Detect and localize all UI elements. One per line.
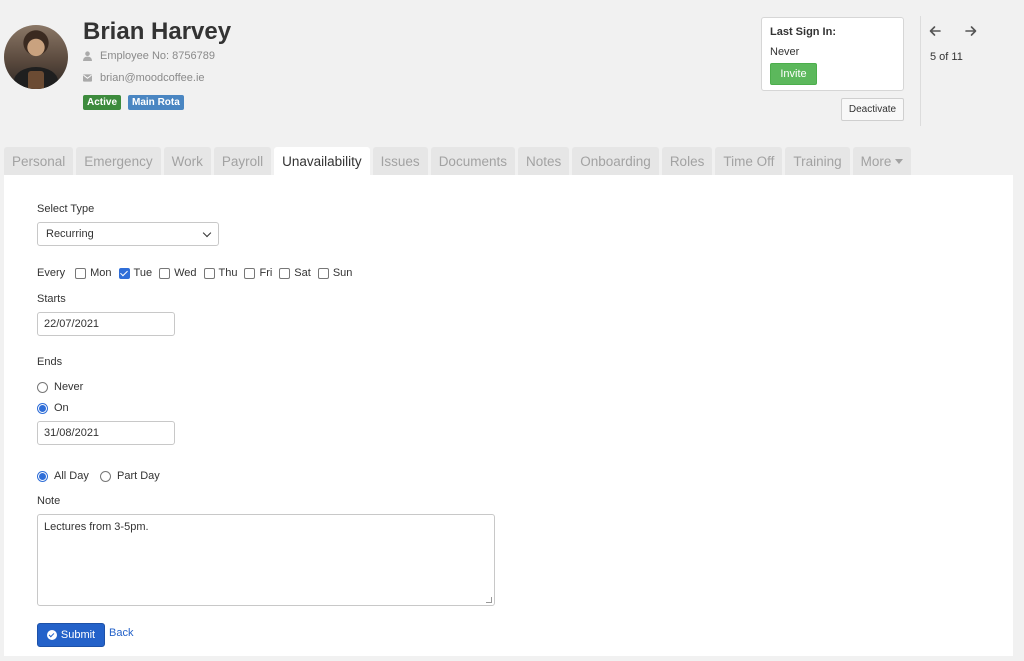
day-fri[interactable]: Fri	[244, 267, 272, 279]
pager-count: 5 of 11	[930, 51, 963, 63]
tab-unavailability[interactable]: Unavailability	[274, 147, 370, 176]
tab-onboarding[interactable]: Onboarding	[572, 147, 659, 175]
submit-label: Submit	[60, 629, 96, 641]
day-wed-checkbox[interactable]	[159, 267, 171, 279]
tab-notes[interactable]: Notes	[517, 147, 570, 175]
select-type-label: Select Type	[37, 203, 95, 215]
day-tue-label: Tue	[133, 267, 153, 279]
tab-more[interactable]: More	[852, 147, 912, 175]
type-select-value: Recurring	[46, 228, 94, 240]
ends-on-option[interactable]: On	[37, 402, 69, 414]
day-fri-checkbox[interactable]	[244, 267, 256, 279]
last-sign-in-title: Last Sign In:	[770, 26, 836, 38]
tab-roles[interactable]: Roles	[661, 147, 713, 175]
day-sun-label: Sun	[332, 267, 353, 279]
caret-down-icon	[895, 158, 904, 164]
day-sat-checkbox[interactable]	[279, 267, 291, 279]
tab-work[interactable]: Work	[163, 147, 211, 175]
employee-name: Brian Harvey	[83, 18, 232, 45]
starts-label: Starts	[37, 293, 66, 305]
avatar	[4, 25, 68, 89]
rota-badge[interactable]: Main Rota	[128, 95, 184, 110]
day-wed[interactable]: Wed	[159, 267, 197, 279]
ends-never-option[interactable]: Never	[37, 381, 83, 393]
tab-more-label: More	[860, 153, 892, 169]
ends-on-label: On	[54, 402, 69, 414]
header-divider	[920, 16, 921, 126]
tab-emergency[interactable]: Emergency	[76, 147, 161, 175]
day-sat-label: Sat	[294, 267, 311, 279]
invite-button[interactable]: Invite	[770, 63, 817, 85]
starts-date-input[interactable]: 22/07/2021	[37, 312, 175, 336]
arrow-right-icon[interactable]	[965, 24, 977, 41]
day-sat[interactable]: Sat	[279, 267, 311, 279]
day-sun-checkbox[interactable]	[317, 267, 329, 279]
note-textarea[interactable]: Lectures from 3-5pm.	[37, 514, 495, 606]
day-fri-label: Fri	[259, 267, 273, 279]
day-tue[interactable]: Tue	[118, 267, 153, 279]
status-badge-active: Active	[83, 95, 122, 110]
recurrence-days: Every Mon Tue Wed Thu Fri Sat Sun	[37, 267, 359, 279]
note-label: Note	[37, 495, 61, 507]
tab-time-off[interactable]: Time Off	[715, 147, 783, 175]
employee-email-row: brian@moodcoffee.ie	[83, 72, 205, 84]
employee-email: brian@moodcoffee.ie	[100, 72, 205, 84]
ends-never-radio[interactable]	[37, 381, 48, 393]
chevron-down-icon	[202, 228, 212, 237]
ends-on-radio[interactable]	[37, 402, 48, 414]
unavailability-panel: Select Type Recurring Every Mon Tue Wed …	[4, 175, 1013, 656]
tab-personal[interactable]: Personal	[4, 147, 74, 175]
ends-label: Ends	[37, 356, 63, 368]
avatar-apron	[28, 71, 44, 89]
user-icon	[83, 51, 92, 61]
employee-number: Employee No: 8756789	[100, 50, 215, 62]
profile-tabs: Personal Emergency Work Payroll Unavaila…	[4, 147, 912, 176]
type-select[interactable]: Recurring	[37, 222, 219, 246]
note-text: Lectures from 3-5pm.	[44, 521, 149, 533]
tab-issues[interactable]: Issues	[372, 147, 428, 175]
check-circle-icon	[46, 630, 57, 640]
last-sign-in-value: Never	[770, 46, 800, 58]
status-badges: Active Main Rota	[83, 95, 184, 110]
tab-training[interactable]: Training	[785, 147, 850, 175]
arrow-left-icon[interactable]	[929, 24, 941, 41]
submit-button[interactable]: Submit	[37, 623, 105, 647]
day-thu-checkbox[interactable]	[203, 267, 215, 279]
part-day-option[interactable]: Part Day	[100, 470, 160, 482]
resize-handle-icon[interactable]	[486, 597, 492, 603]
tab-documents[interactable]: Documents	[430, 147, 515, 175]
envelope-icon	[83, 74, 92, 82]
tab-payroll[interactable]: Payroll	[213, 147, 272, 175]
day-thu[interactable]: Thu	[203, 267, 238, 279]
ends-never-label: Never	[54, 381, 84, 393]
deactivate-button[interactable]: Deactivate	[841, 98, 904, 121]
last-sign-in-card: Last Sign In: Never Invite	[761, 17, 904, 91]
back-link[interactable]: Back	[109, 627, 133, 639]
all-day-option[interactable]: All Day	[37, 470, 89, 482]
employee-number-row: Employee No: 8756789	[83, 50, 215, 62]
day-mon-label: Mon	[90, 267, 112, 279]
all-day-radio[interactable]	[37, 470, 48, 482]
all-day-label: All Day	[54, 470, 89, 482]
ends-date-input[interactable]: 31/08/2021	[37, 421, 175, 445]
part-day-radio[interactable]	[100, 470, 111, 482]
day-sun[interactable]: Sun	[317, 267, 353, 279]
day-mon[interactable]: Mon	[75, 267, 112, 279]
day-tue-checkbox[interactable]	[118, 267, 130, 279]
day-thu-label: Thu	[218, 267, 238, 279]
every-label: Every	[37, 267, 66, 279]
part-day-label: Part Day	[117, 470, 160, 482]
day-mon-checkbox[interactable]	[75, 267, 87, 279]
day-wed-label: Wed	[174, 267, 197, 279]
